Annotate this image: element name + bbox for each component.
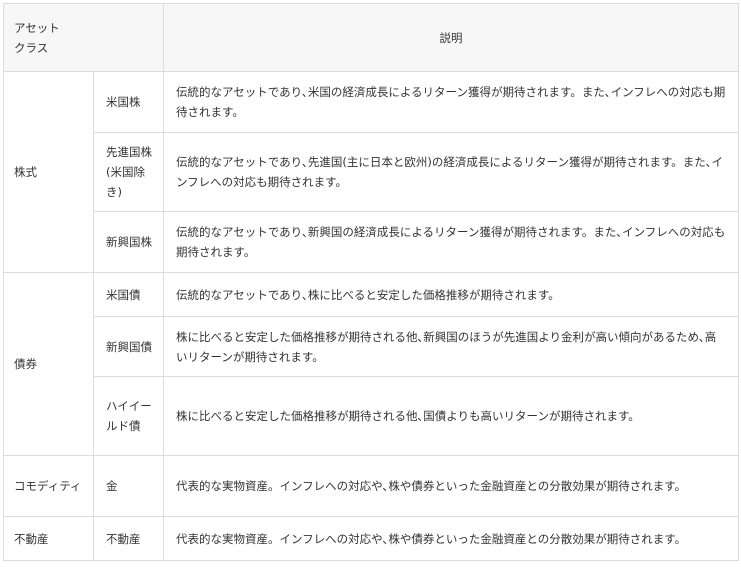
sub-class-cell: 金 (93, 455, 164, 517)
description-cell: 代表的な実物資産。インフレへの対応や､株や債券といった金融資産との分散効果が期待… (163, 455, 739, 517)
table-row: 不動産 不動産 代表的な実物資産。インフレへの対応や､株や債券といった金融資産と… (3, 516, 739, 561)
header-asset-class: アセット クラス (3, 3, 164, 72)
table-row: 新興国株 伝統的なアセットであり､新興国の経済成長によるリターン獲得が期待されま… (4, 211, 739, 273)
header-asset-class-line1: アセット (14, 20, 60, 35)
group-bonds: 債券 (3, 272, 94, 456)
header-asset-class-line2: クラス (14, 40, 49, 55)
description-cell: 株に比べると安定した価格推移が期待される他､新興国のほうが先進国より金利が高い傾… (163, 316, 739, 377)
sub-class-cell: 新興国株 (93, 211, 164, 273)
sub-class-cell: 新興国債 (93, 316, 164, 377)
group-stocks: 株式 (3, 71, 94, 273)
table-row: 新興国債 株に比べると安定した価格推移が期待される他､新興国のほうが先進国より金… (4, 316, 739, 377)
description-cell: 伝統的なアセットであり､米国の経済成長によるリターン獲得が期待されます。また､イ… (163, 71, 739, 133)
table-row: 株式 米国株 伝統的なアセットであり､米国の経済成長によるリターン獲得が期待され… (3, 71, 739, 273)
description-cell: 伝統的なアセットであり､株に比べると安定した価格推移が期待されます。 (163, 272, 739, 317)
description-cell: 伝統的なアセットであり､先進国(主に日本と欧州)の経済成長によるリターン獲得が期… (163, 132, 739, 212)
sub-class-cell: 米国債 (93, 272, 164, 317)
table-row: コモディティ 金 代表的な実物資産。インフレへの対応や､株や債券といった金融資産… (3, 455, 739, 517)
description-cell: 株に比べると安定した価格推移が期待される他､国債よりも高いリターンが期待されます… (163, 376, 739, 456)
sub-class-cell: 不動産 (93, 516, 164, 561)
asset-class-table: アセット クラス 説明 株式 米国株 伝統的なアセットであり､米国の経済成長によ… (3, 3, 739, 561)
description-cell: 代表的な実物資産。インフレへの対応や､株や債券といった金融資産との分散効果が期待… (163, 516, 739, 561)
table-row: 先進国株(米国除き) 伝統的なアセットであり､先進国(主に日本と欧州)の経済成長… (4, 132, 739, 212)
header-description: 説明 (163, 3, 739, 72)
table-header-row: アセット クラス 説明 (3, 3, 739, 72)
sub-class-cell: 先進国株(米国除き) (93, 132, 164, 212)
group-commodity: コモディティ (3, 455, 94, 517)
description-cell: 伝統的なアセットであり､新興国の経済成長によるリターン獲得が期待されます。また､… (163, 211, 739, 273)
sub-class-cell: 米国株 (93, 71, 164, 133)
table-row: ハイイールド債 株に比べると安定した価格推移が期待される他､国債よりも高いリター… (4, 376, 739, 456)
table-row: 債券 米国債 伝統的なアセットであり､株に比べると安定した価格推移が期待されます… (3, 272, 739, 456)
sub-class-cell: ハイイールド債 (93, 376, 164, 456)
group-real-estate: 不動産 (3, 516, 94, 561)
